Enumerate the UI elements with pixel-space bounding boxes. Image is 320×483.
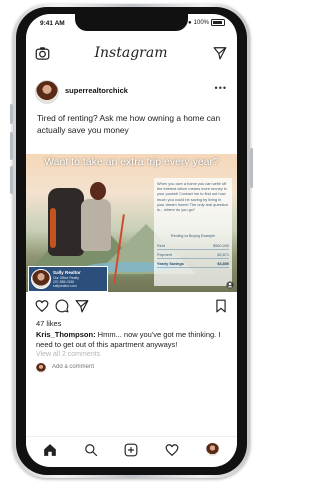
post-username[interactable]: superrealtorchick — [65, 86, 128, 95]
new-post-icon[interactable] — [124, 443, 138, 457]
phone-side-button — [10, 166, 13, 194]
camera-icon[interactable] — [35, 46, 50, 61]
post-action-bar — [26, 298, 237, 314]
avatar — [36, 363, 46, 373]
tag-icon[interactable] — [226, 281, 234, 289]
more-options-icon[interactable]: ••• — [215, 83, 227, 93]
phone-side-button — [250, 148, 253, 188]
agent-photo — [31, 269, 51, 289]
search-icon[interactable] — [84, 443, 98, 457]
add-comment-input[interactable] — [52, 364, 172, 370]
direct-message-icon[interactable] — [213, 46, 227, 60]
add-comment-row — [36, 363, 226, 375]
post-caption: Tired of renting? Ask me how owning a ho… — [37, 113, 221, 135]
info-row-label: Rent — [157, 243, 166, 248]
avatar[interactable] — [35, 80, 59, 104]
bottom-tab-bar — [26, 436, 237, 461]
app-logo: Instagram — [94, 45, 168, 61]
phone-notch — [75, 14, 188, 31]
info-row-value: $3,850 — [217, 261, 229, 266]
comment-icon[interactable] — [55, 299, 69, 313]
status-indicators: ● 100% — [188, 19, 225, 26]
phone-side-button — [10, 104, 13, 124]
info-row-label: Yearly Savings — [157, 261, 184, 266]
hiker-head — [90, 182, 106, 200]
wifi-icon: ● — [188, 19, 192, 26]
share-icon[interactable] — [75, 299, 89, 313]
hiker-backpack-strap — [50, 208, 56, 248]
likes-count[interactable]: 47 likes — [36, 319, 61, 328]
battery-percent: 100% — [193, 19, 209, 26]
phone-screen: 9:41 AM ● 100% Instagram superrealtorchi… — [26, 14, 237, 467]
hiker-body — [81, 199, 111, 251]
bookmark-icon[interactable] — [214, 299, 228, 313]
info-table-title: Renting vs Buying Example — [171, 234, 215, 238]
home-icon[interactable] — [43, 443, 57, 457]
status-time: 9:41 AM — [40, 20, 65, 27]
info-row: Yearly Savings $3,850 — [157, 260, 229, 268]
post-image[interactable]: Want to take an extra trip every year? W… — [26, 154, 237, 292]
info-row: Rent $560,000 — [157, 242, 229, 250]
info-text: When you own a home you can write off th… — [157, 181, 228, 213]
agent-name: Sally Realtor — [53, 270, 81, 275]
image-headline: Want to take an extra trip every year? — [44, 156, 219, 168]
info-row: Payment $2,871 — [157, 251, 229, 259]
info-card: When you own a home you can write off th… — [154, 178, 232, 286]
agent-detail: sallyrealtor.com — [53, 284, 77, 288]
post-header: superrealtorchick ••• — [26, 80, 237, 106]
battery-icon — [211, 19, 225, 26]
info-row-label: Payment — [157, 252, 172, 257]
view-all-comments-link[interactable]: View all 2 comments — [36, 351, 100, 358]
heart-icon[interactable] — [35, 299, 49, 313]
comment: Kris_Thompson: Hmm... now you've got me … — [36, 330, 228, 350]
comment-username[interactable]: Kris_Thompson: — [36, 330, 96, 339]
agent-badge: Sally Realtor Our Office Realty 207-555-… — [28, 266, 108, 292]
info-row-value: $2,871 — [217, 252, 229, 257]
profile-avatar[interactable] — [206, 443, 219, 456]
info-row-value: $560,000 — [213, 243, 229, 248]
phone-side-button — [10, 132, 13, 160]
activity-heart-icon[interactable] — [165, 443, 179, 457]
app-header: Instagram — [26, 44, 237, 64]
